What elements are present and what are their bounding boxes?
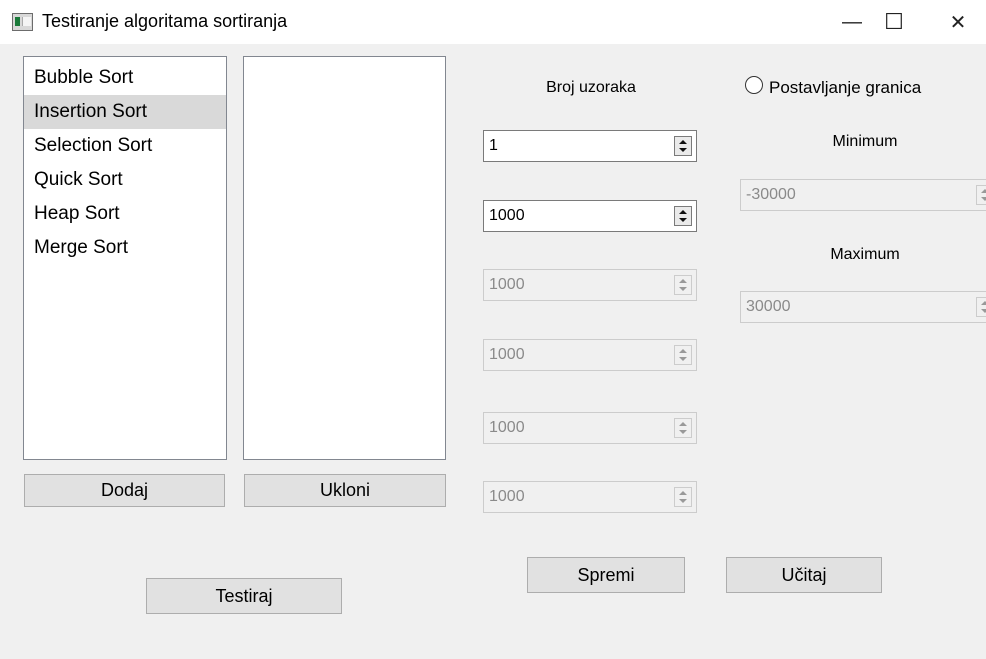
maximum-value: 30000 xyxy=(746,298,791,315)
sample-size-value: 1000 xyxy=(489,207,525,224)
save-button[interactable]: Spremi xyxy=(527,557,685,593)
sample-count-spinbox[interactable]: 1 xyxy=(483,130,697,162)
app-icon xyxy=(12,13,33,31)
add-button[interactable]: Dodaj xyxy=(24,474,225,507)
spin-arrows-icon[interactable] xyxy=(674,206,692,226)
sample-size-value: 1000 xyxy=(489,346,525,363)
close-button[interactable]: ✕ xyxy=(928,0,986,44)
spin-arrows-icon[interactable] xyxy=(674,136,692,156)
title-bar: Testiranje algoritama sortiranja — ☐ ✕ xyxy=(0,0,986,44)
spin-arrows-icon xyxy=(674,345,692,365)
remove-button[interactable]: Ukloni xyxy=(244,474,446,507)
sample-size-value: 1000 xyxy=(489,276,525,293)
maximum-label: Maximum xyxy=(830,246,900,263)
list-item[interactable]: Insertion Sort xyxy=(24,95,226,129)
sample-size-value: 1000 xyxy=(489,419,525,436)
sample-count-value: 1 xyxy=(489,137,498,154)
close-icon: ✕ xyxy=(949,11,967,34)
test-button[interactable]: Testiraj xyxy=(146,578,342,614)
list-item[interactable]: Quick Sort xyxy=(24,163,226,197)
spin-arrows-icon xyxy=(976,297,986,317)
minimum-value: -30000 xyxy=(746,186,796,203)
bounds-radio[interactable] xyxy=(745,76,763,94)
spin-arrows-icon xyxy=(674,487,692,507)
algorithm-list[interactable]: Bubble Sort Insertion Sort Selection Sor… xyxy=(23,56,227,460)
load-button[interactable]: Učitaj xyxy=(726,557,882,593)
sample-size-spinbox-3: 1000 xyxy=(483,339,697,371)
spin-arrows-icon xyxy=(674,275,692,295)
sample-size-spinbox-4: 1000 xyxy=(483,412,697,444)
list-item[interactable]: Heap Sort xyxy=(24,197,226,231)
sample-size-spinbox-5: 1000 xyxy=(483,481,697,513)
list-item[interactable]: Merge Sort xyxy=(24,231,226,265)
selected-algorithms-list[interactable] xyxy=(243,56,446,460)
minimum-label: Minimum xyxy=(832,133,898,150)
algorithm-list-items: Bubble Sort Insertion Sort Selection Sor… xyxy=(24,57,226,265)
sample-size-value: 1000 xyxy=(489,488,525,505)
sample-size-spinbox-2: 1000 xyxy=(483,269,697,301)
bounds-radio-label[interactable]: Postavljanje granica xyxy=(769,78,921,98)
samples-label: Broj uzoraka xyxy=(546,79,636,96)
minimum-spinbox: -30000 xyxy=(740,179,986,211)
maximize-icon: ☐ xyxy=(884,9,904,34)
spin-arrows-icon xyxy=(674,418,692,438)
window-title: Testiranje algoritama sortiranja xyxy=(42,11,288,31)
spin-arrows-icon xyxy=(976,185,986,205)
list-item[interactable]: Bubble Sort xyxy=(24,61,226,95)
sample-size-spinbox-1[interactable]: 1000 xyxy=(483,200,697,232)
list-item[interactable]: Selection Sort xyxy=(24,129,226,163)
maximize-button[interactable]: ☐ xyxy=(864,0,924,44)
minimize-icon: — xyxy=(842,10,862,33)
maximum-spinbox: 30000 xyxy=(740,291,986,323)
